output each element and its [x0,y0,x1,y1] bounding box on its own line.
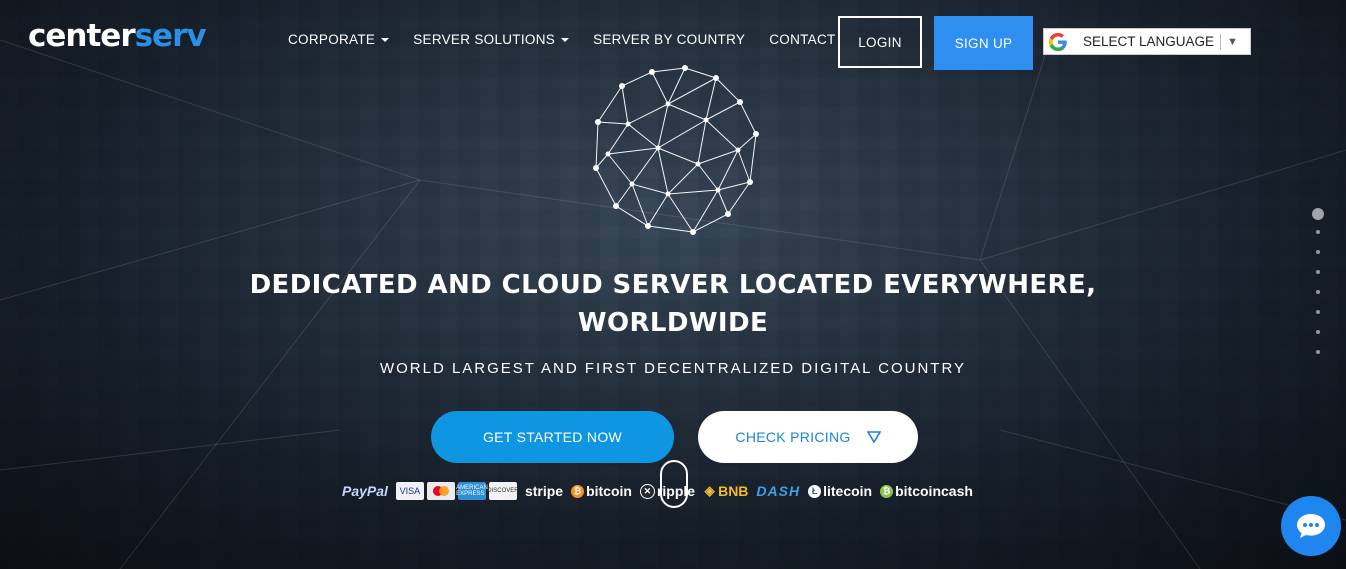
slider-dot[interactable] [1316,330,1320,334]
nav-item-corporate[interactable]: CORPORATE [288,32,390,47]
chat-bubble-icon [1297,514,1325,538]
bitcoin-label: bitcoin [586,483,632,499]
bitcoincash-label: bitcoincash [895,483,973,499]
language-select[interactable]: SELECT LANGUAGE ▼ [1043,28,1251,55]
visa-logo: VISA [395,482,424,500]
divider [1220,33,1222,50]
nav-item-contact[interactable]: CONTACT [769,32,835,47]
stripe-logo: stripe [524,483,564,499]
litecoin-label: litecoin [823,483,873,499]
slider-pagination [1311,208,1325,370]
main-nav: CORPORATE SERVER SOLUTIONS SERVER BY COU… [288,32,860,47]
check-pricing-button[interactable]: CHECK PRICING [698,411,918,463]
hero-headline: DEDICATED AND CLOUD SERVER LOCATED EVERY… [0,266,1346,342]
hero-subheadline: WORLD LARGEST AND FIRST DECENTRALIZED DI… [379,360,967,377]
nav-item-label: SERVER BY COUNTRY [593,32,746,47]
triangle-down-icon [866,431,881,443]
logo-part-serv: serv [134,18,207,54]
caret-down-icon [381,37,390,42]
slider-dot[interactable] [1316,310,1320,314]
headline-line-2: WORLDWIDE [577,308,769,338]
bitcoincash-logo: ₿ bitcoincash [880,483,973,499]
check-pricing-label: CHECK PRICING [735,429,851,445]
bnb-label: BNB [718,483,749,499]
chat-button[interactable] [1281,496,1341,556]
bitcoin-icon: ₿ [571,484,585,498]
language-label: SELECT LANGUAGE [1083,34,1215,49]
nav-item-server-by-country[interactable]: SERVER BY COUNTRY [593,32,745,47]
dropdown-arrow-icon: ▼ [1227,35,1238,48]
slider-dot[interactable] [1316,230,1320,234]
nav-item-label: SERVER SOLUTIONS [413,32,556,47]
signup-button[interactable]: SIGN UP [934,16,1033,70]
litecoin-logo: Ł litecoin [808,483,872,499]
logo-part-center: center [28,18,136,54]
litecoin-icon: Ł [808,484,822,498]
scroll-down-indicator[interactable] [660,460,688,508]
nav-item-label: CONTACT [769,32,836,47]
brand-logo[interactable]: centerserv [28,18,207,54]
ripple-icon: ✕ [639,483,655,499]
get-started-button[interactable]: GET STARTED NOW [431,411,674,463]
paypal-logo: PayPal [342,483,388,499]
slider-dot[interactable] [1316,290,1320,294]
headline-line-1: DEDICATED AND CLOUD SERVER LOCATED EVERY… [249,270,1097,300]
dash-logo: DASH [756,483,801,499]
slider-dot[interactable] [1316,350,1320,354]
discover-logo: DISCOVER [487,482,519,500]
network-globe-icon [593,65,759,235]
mastercard-icon [432,486,449,496]
slider-dot[interactable] [1316,250,1320,254]
caret-down-icon [561,37,570,42]
slider-dot[interactable] [1316,270,1320,274]
bitcoincash-icon: ₿ [880,484,894,498]
nav-item-label: CORPORATE [288,32,376,47]
amex-logo: AMERICAN EXPRESS [456,482,488,500]
bitcoin-logo: ₿ bitcoin [571,483,632,499]
bnb-logo: ◈ BNB [703,483,749,499]
login-button[interactable]: LOGIN [838,16,922,68]
bnb-icon: ◈ [704,483,715,498]
google-icon [1048,32,1067,51]
slider-dot[interactable] [1312,208,1324,220]
nav-item-server-solutions[interactable]: SERVER SOLUTIONS [413,32,570,47]
mastercard-logo [426,482,455,500]
